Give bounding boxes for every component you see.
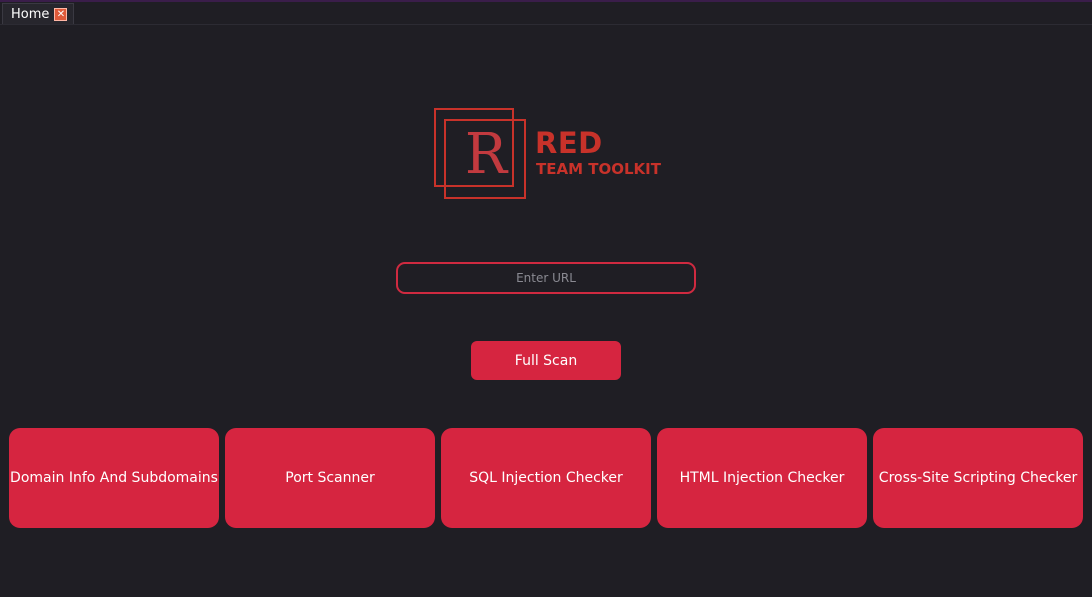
- logo-subtitle: TEAM TOOLKIT: [536, 160, 661, 178]
- tab-home[interactable]: Home ✕: [2, 3, 74, 24]
- sql-injection-button[interactable]: SQL Injection Checker: [441, 428, 651, 528]
- domain-info-button[interactable]: Domain Info And Subdomains: [9, 428, 219, 528]
- full-scan-button[interactable]: Full Scan: [471, 341, 621, 380]
- xss-checker-button[interactable]: Cross-Site Scripting Checker: [873, 428, 1083, 528]
- tool-buttons: Domain Info And Subdomains Port Scanner …: [9, 428, 1083, 528]
- logo: R RED TEAM TOOLKIT: [434, 108, 674, 202]
- logo-letter: R: [464, 122, 508, 187]
- html-injection-button[interactable]: HTML Injection Checker: [657, 428, 867, 528]
- port-scanner-button[interactable]: Port Scanner: [225, 428, 435, 528]
- tab-label: Home: [11, 6, 50, 22]
- tab-bar: Home ✕: [0, 2, 1092, 25]
- close-icon[interactable]: ✕: [54, 7, 68, 21]
- url-input[interactable]: [396, 262, 696, 294]
- logo-title: RED: [535, 126, 603, 160]
